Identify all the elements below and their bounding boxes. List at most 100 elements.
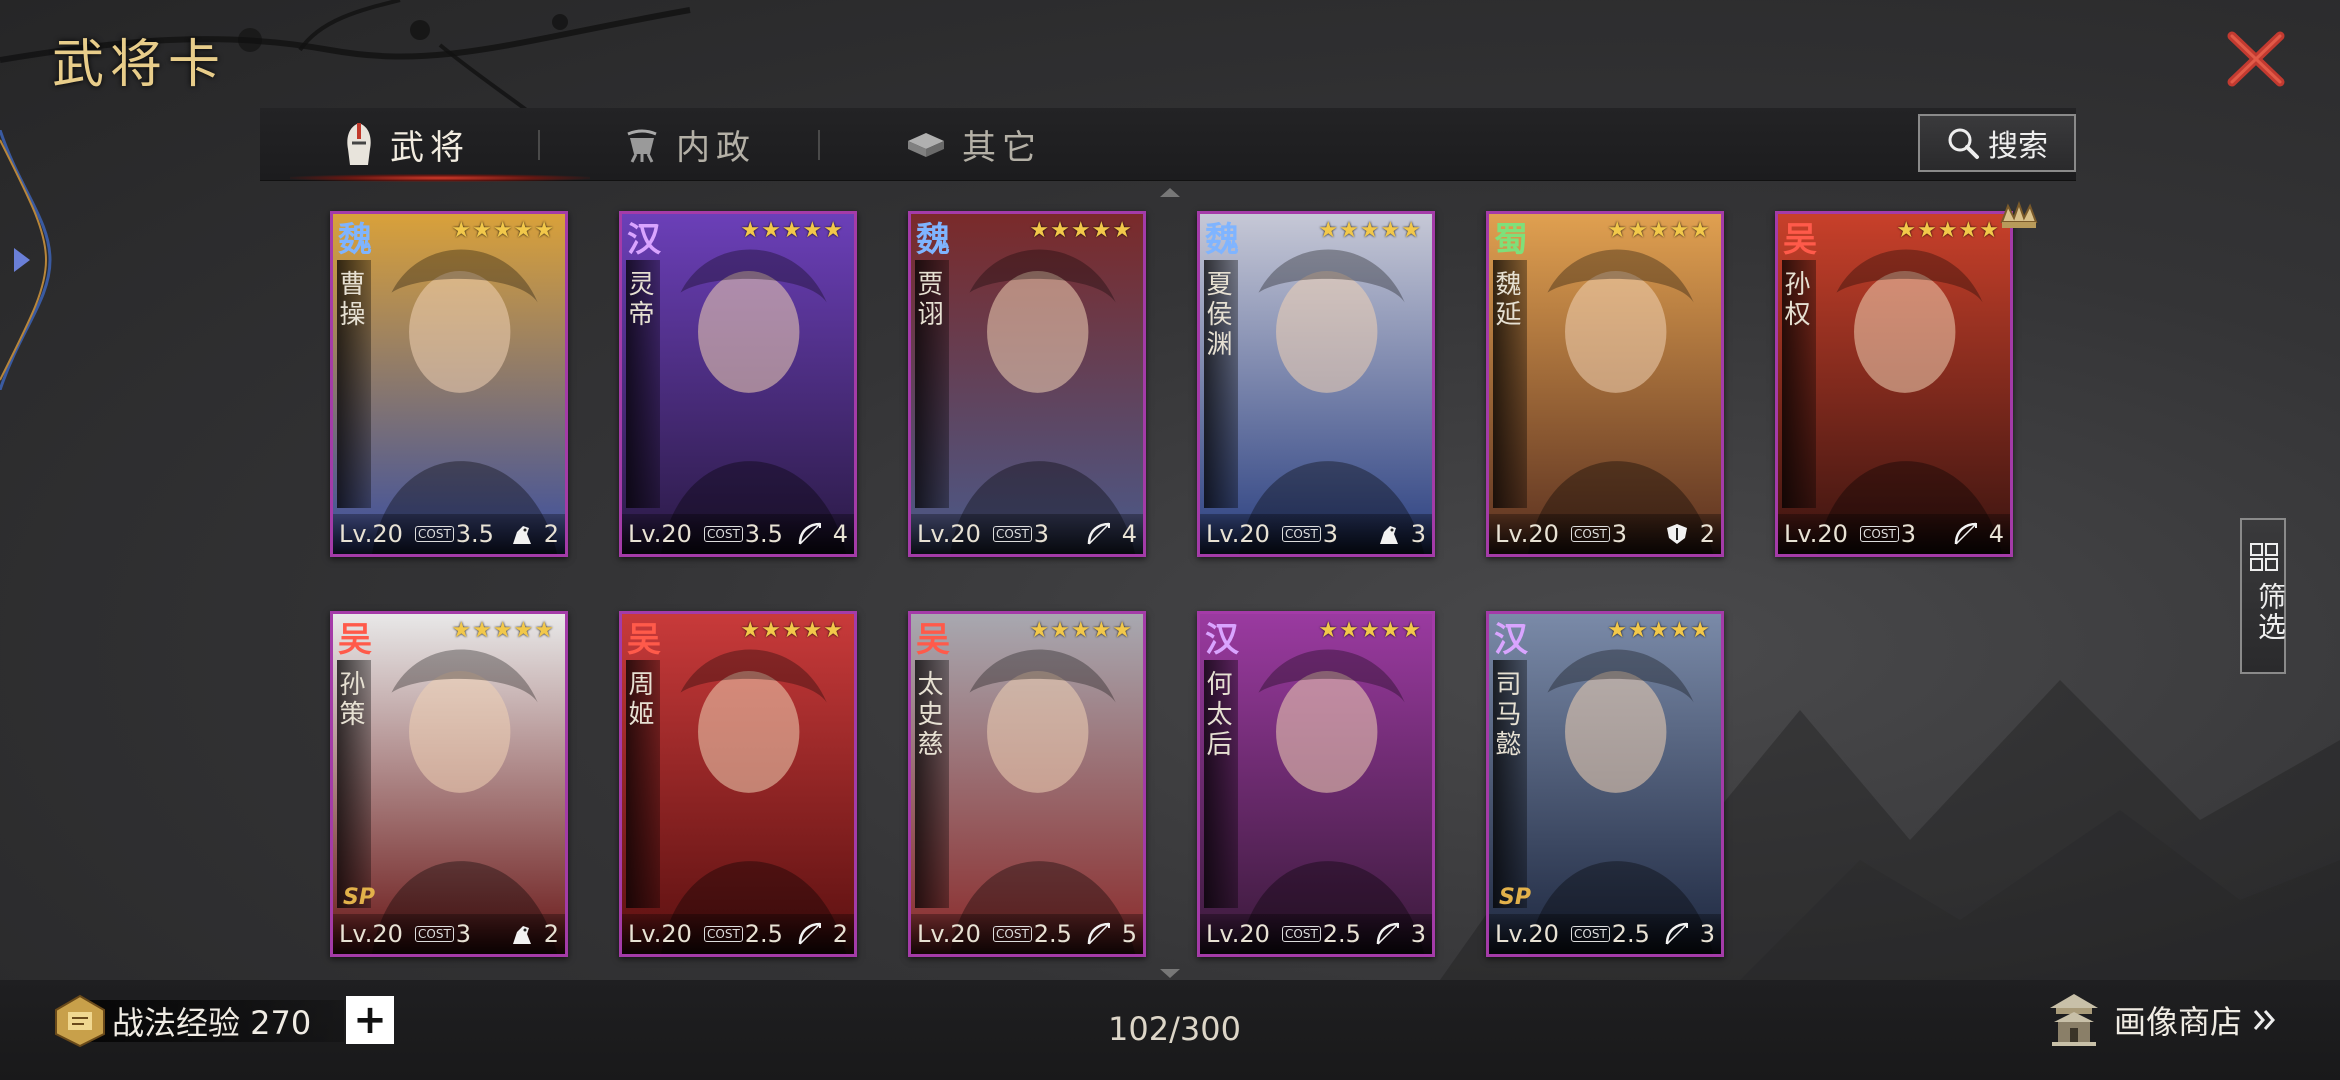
cost-group: COST 3 <box>1282 520 1338 548</box>
pavilion-icon <box>2050 994 2098 1046</box>
general-name: 灵帝 <box>624 270 654 330</box>
cost-value: 3 <box>1322 520 1339 548</box>
card-footer: Lv.20 COST 2.5 5 <box>911 914 1143 954</box>
level-label: Lv.20 <box>1784 520 1848 548</box>
tab-label: 内政 <box>676 127 756 168</box>
troop-range-value: 3 <box>1410 920 1426 948</box>
troop-range-value: 4 <box>1121 520 1137 548</box>
cavalry-icon <box>1380 526 1398 544</box>
level-label: Lv.20 <box>1206 520 1270 548</box>
card-footer: Lv.20 COST 3 4 <box>911 514 1143 554</box>
filter-button[interactable]: 筛选 <box>2240 518 2287 674</box>
general-card[interactable]: 吴 ★★★★★ 孙权 Lv.20 COST 3 4 <box>1775 211 2013 557</box>
cost-value: 3.5 <box>455 520 494 548</box>
portrait-shop-label: 画像商店 <box>2114 1003 2243 1041</box>
level-label: Lv.20 <box>339 920 403 948</box>
faction-badge: 魏 <box>1205 219 1239 260</box>
cost-value: 2.5 <box>1322 920 1361 948</box>
cost-group: COST 2.5 <box>704 920 783 948</box>
search-icon <box>1948 128 1979 159</box>
cost-group: COST 3 <box>415 920 471 948</box>
rarity-stars: ★★★★★ <box>740 218 844 243</box>
troop-range-value: 2 <box>832 920 848 948</box>
troop-range-value: 2 <box>1699 520 1715 548</box>
tab-divider <box>538 130 540 160</box>
portrait-shop-button[interactable]: 画像商店 <box>2044 990 2278 1050</box>
rarity-stars: ★★★★★ <box>1029 218 1133 243</box>
general-name: 周姬 <box>624 670 654 730</box>
general-name: 夏侯渊 <box>1202 270 1232 360</box>
general-card[interactable]: 汉 ★★★★★ 灵帝 Lv.20 COST 3.5 4 <box>619 211 857 557</box>
tab-generals[interactable]: 武将 <box>342 108 470 180</box>
faction-badge: 汉 <box>1494 619 1528 660</box>
general-card[interactable]: 汉 ★★★★★ 司马懿 SP Lv.20 COST 2.5 3 <box>1486 611 1724 957</box>
card-count: 102/300 <box>1108 1010 1241 1048</box>
rarity-stars: ★★★★★ <box>1607 218 1711 243</box>
tab-bar: 武将 内政 其它 <box>260 108 2076 182</box>
bow-icon <box>798 922 821 945</box>
troop-range-value: 3 <box>1410 520 1426 548</box>
general-card[interactable]: 汉 ★★★★★ 何太后 Lv.20 COST 2.5 3 <box>1197 611 1435 957</box>
cavalry-icon <box>513 926 531 944</box>
general-card[interactable]: 蜀 ★★★★★ 魏延 Lv.20 COST 3 2 <box>1486 211 1724 557</box>
card-footer: Lv.20 COST 2.5 3 <box>1200 914 1432 954</box>
general-card[interactable]: 吴 ★★★★★ 周姬 Lv.20 COST 2.5 2 <box>619 611 857 957</box>
side-drawer-handle[interactable] <box>0 130 56 390</box>
level-label: Lv.20 <box>917 520 981 548</box>
card-footer: Lv.20 COST 3 2 <box>333 914 565 954</box>
general-name: 孙策 <box>335 670 365 730</box>
general-card[interactable]: 魏 ★★★★★ 夏侯渊 Lv.20 COST 3 3 <box>1197 211 1435 557</box>
add-exp-button[interactable]: + <box>346 996 394 1044</box>
level-label: Lv.20 <box>1495 920 1559 948</box>
sp-badge: SP <box>1499 885 1531 910</box>
rarity-stars: ★★★★★ <box>1318 618 1422 643</box>
general-card[interactable]: 魏 ★★★★★ 曹操 Lv.20 COST 3.5 2 <box>330 211 568 557</box>
card-footer: Lv.20 COST 3.5 2 <box>333 514 565 554</box>
card-footer: Lv.20 COST 3 2 <box>1489 514 1721 554</box>
troop-range-value: 3 <box>1699 920 1715 948</box>
bow-icon <box>1665 922 1688 945</box>
cost-group: COST 2.5 <box>1282 920 1361 948</box>
rarity-stars: ★★★★★ <box>1607 618 1711 643</box>
page-title: 武将卡 <box>52 35 227 95</box>
tactic-exp-label: 战法经验 270 <box>112 1004 312 1042</box>
sp-badge: SP <box>343 885 375 910</box>
tab-label: 武将 <box>390 127 470 168</box>
close-icon[interactable] <box>2222 28 2290 90</box>
bow-icon <box>1954 522 1977 545</box>
bow-icon <box>798 522 821 545</box>
troop-range-value: 4 <box>1988 520 2004 548</box>
cost-group: COST 3.5 <box>415 520 494 548</box>
general-name: 司马懿 <box>1491 670 1521 760</box>
general-card[interactable]: 魏 ★★★★★ 贾诩 Lv.20 COST 3 4 <box>908 211 1146 557</box>
general-card[interactable]: 吴 ★★★★★ 孙策 SP Lv.20 COST 3 2 <box>330 611 568 957</box>
rarity-stars: ★★★★★ <box>451 618 555 643</box>
level-label: Lv.20 <box>917 920 981 948</box>
cost-value: 2.5 <box>744 920 783 948</box>
faction-badge: 汉 <box>1205 619 1239 660</box>
cost-badge: COST <box>704 926 743 942</box>
level-label: Lv.20 <box>1495 520 1559 548</box>
rarity-stars: ★★★★★ <box>451 218 555 243</box>
tab-internal-affairs[interactable]: 内政 <box>622 108 756 180</box>
faction-badge: 蜀 <box>1494 219 1528 260</box>
tactic-scroll-icon <box>55 994 105 1048</box>
scroll-down-icon <box>1160 969 1180 978</box>
bow-icon <box>1087 922 1110 945</box>
faction-badge: 吴 <box>916 619 950 660</box>
general-card[interactable]: 吴 ★★★★★ 太史慈 Lv.20 COST 2.5 5 <box>908 611 1146 957</box>
card-footer: Lv.20 COST 2.5 2 <box>622 914 854 954</box>
cost-group: COST 3 <box>993 520 1049 548</box>
rarity-stars: ★★★★★ <box>1896 218 2000 243</box>
tab-other[interactable]: 其它 <box>904 108 1042 180</box>
troop-range-value: 2 <box>543 920 559 948</box>
cost-badge: COST <box>1571 526 1610 542</box>
cost-badge: COST <box>415 526 454 542</box>
cost-value: 2.5 <box>1611 920 1650 948</box>
search-button[interactable]: 搜索 <box>1918 114 2076 172</box>
cost-value: 3 <box>1033 520 1050 548</box>
cost-group: COST 3 <box>1860 520 1916 548</box>
cost-badge: COST <box>1282 926 1321 942</box>
general-name: 贾诩 <box>913 270 943 330</box>
cost-group: COST 3 <box>1571 520 1627 548</box>
